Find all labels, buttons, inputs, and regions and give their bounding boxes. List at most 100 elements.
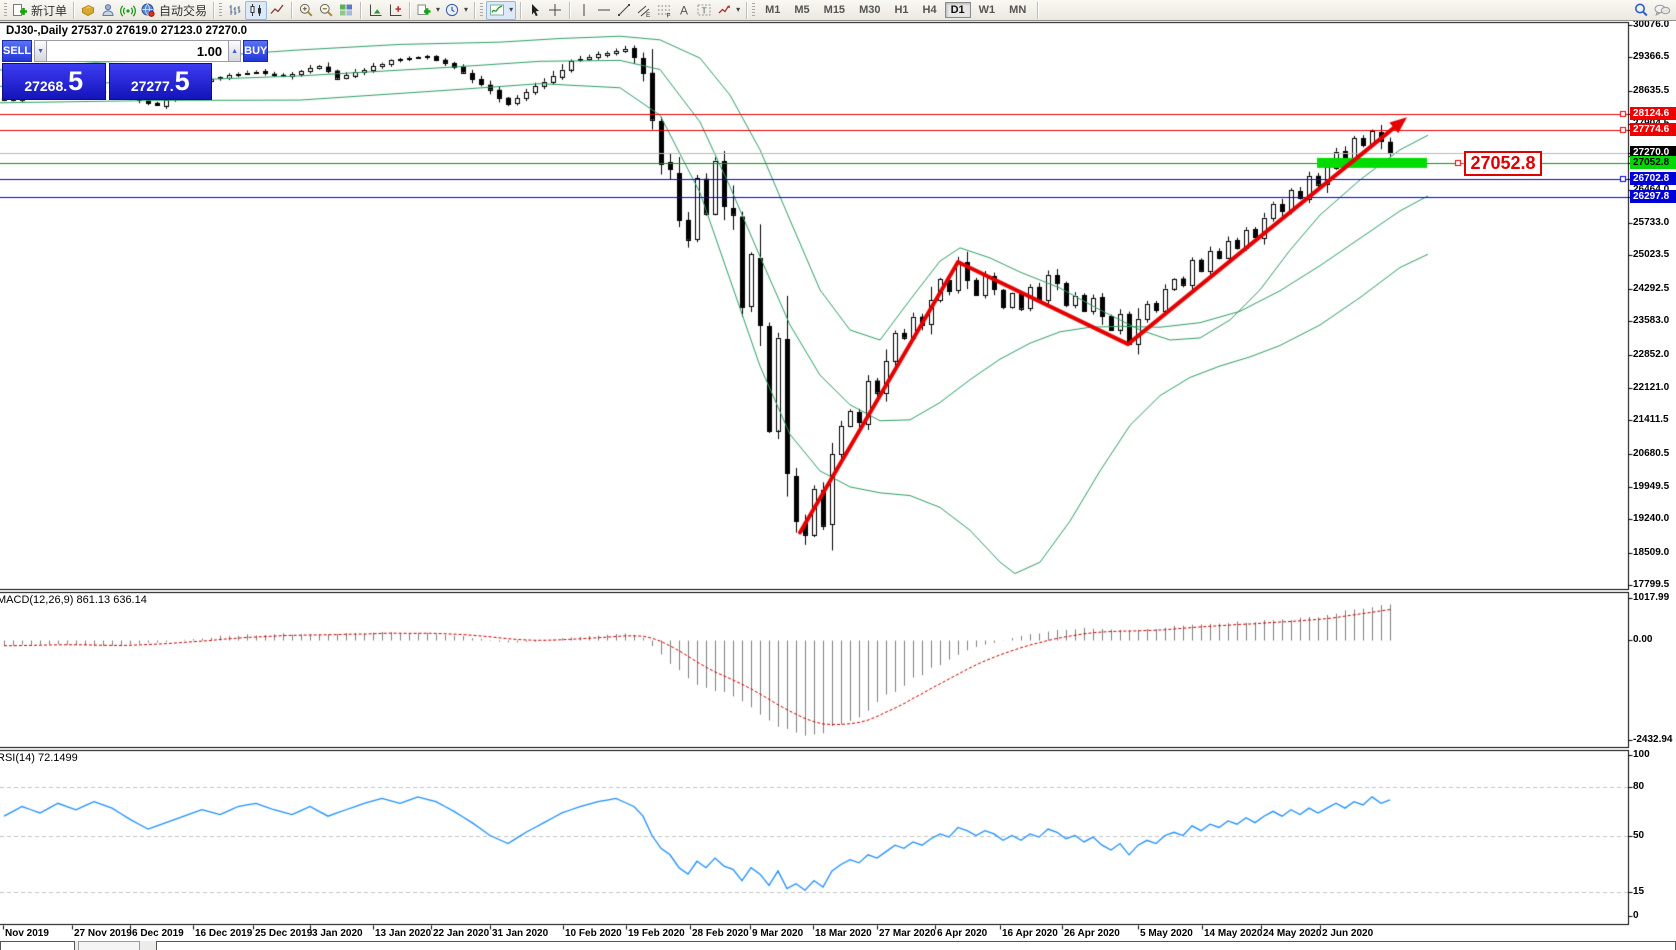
svg-text:A: A [680, 4, 688, 18]
volume-decrease-button[interactable]: ▼ [34, 40, 47, 62]
macd-tick: -2432.94 [1633, 734, 1672, 745]
signals-button[interactable] [118, 1, 138, 20]
separator [520, 2, 521, 19]
toolbar-grip[interactable] [219, 3, 222, 17]
deposit-button[interactable] [78, 1, 98, 20]
chart-canvas[interactable] [0, 0, 1676, 950]
clock-icon [444, 2, 460, 18]
rsi-name: RSI(14) [0, 752, 35, 764]
chat-button[interactable] [1651, 1, 1673, 20]
dropdown-caret[interactable]: ▾ [509, 6, 513, 14]
macd-indicator-label: MACD(12,26,9) 861.13 636.14 [0, 594, 147, 606]
buy-price: 27277. [131, 78, 174, 94]
search-button[interactable] [1631, 1, 1651, 20]
horizontal-line-button[interactable] [594, 1, 614, 20]
price-tick: 23583.0 [1633, 315, 1669, 326]
chart-profile-add-button[interactable] [385, 1, 405, 20]
text-label-button[interactable]: T [694, 1, 714, 20]
sell-button[interactable]: SELL [2, 40, 32, 62]
horizontal-line-icon [596, 2, 612, 18]
date-tick-label: 31 Jan 2020 [492, 928, 548, 939]
volume-increase-button[interactable]: ▲ [228, 40, 241, 62]
dropdown-caret[interactable]: ▾ [464, 6, 468, 14]
price-tick: 29366.5 [1633, 51, 1669, 62]
rsi-tick: 50 [1633, 830, 1644, 841]
indicators-button[interactable]: ▾ [486, 1, 516, 20]
indicators-icon [489, 2, 505, 18]
tile-windows-button[interactable] [336, 1, 356, 20]
auto-trading-label: 自动交易 [159, 2, 207, 19]
zoom-in-button[interactable] [296, 1, 316, 20]
vertical-line-button[interactable] [574, 1, 594, 20]
line-chart-mode-button[interactable] [267, 1, 287, 20]
arrow-objects-icon [716, 2, 732, 18]
timeframe-D1[interactable]: D1 [945, 2, 971, 18]
buy-price-panel[interactable]: 27277. 5 [109, 63, 213, 100]
chart-profile-button[interactable] [365, 1, 385, 20]
text-icon: A [676, 2, 692, 18]
price-axis: 30076.029366.528635.527904.527195.026464… [1630, 0, 1676, 950]
timeframe-H1[interactable]: H1 [888, 2, 914, 18]
candlestick-icon [248, 2, 264, 18]
buy-price-pip: 5 [175, 68, 190, 95]
toolbar-grip[interactable] [4, 3, 7, 17]
rsi-tick: 80 [1633, 781, 1644, 792]
timeframe-M30[interactable]: M30 [853, 2, 886, 18]
window-tab[interactable] [0, 941, 75, 950]
bar-chart-icon [227, 2, 243, 18]
timeframe-MN[interactable]: MN [1003, 2, 1032, 18]
separator [291, 2, 292, 19]
timeframe-M1[interactable]: M1 [759, 2, 786, 18]
rsi-tick: 100 [1633, 749, 1650, 760]
zoom-out-button[interactable] [316, 1, 336, 20]
toolbar-grip[interactable] [752, 3, 755, 17]
add-chart-button[interactable]: ▾ [414, 1, 442, 20]
trendline-button[interactable] [614, 1, 634, 20]
separator [746, 2, 747, 19]
svg-text:F: F [667, 13, 671, 19]
main-toolbar: 新订单 自动交易 [0, 0, 1676, 21]
volume-input[interactable] [47, 40, 228, 62]
timeframe-M5[interactable]: M5 [788, 2, 815, 18]
timeframe-H4[interactable]: H4 [917, 2, 943, 18]
window-tab[interactable] [78, 941, 140, 950]
chart-profile-icon [367, 2, 383, 18]
text-label-icon: T [696, 2, 712, 18]
mt4-window: 新订单 自动交易 [0, 0, 1676, 950]
new-order-icon [12, 2, 28, 18]
bar-chart-mode-button[interactable] [225, 1, 245, 20]
buy-button[interactable]: BUY [243, 40, 268, 62]
price-tick: 19949.5 [1633, 481, 1669, 492]
dropdown-caret[interactable]: ▾ [736, 6, 740, 14]
date-tick-label: 27 Mar 2020 [879, 928, 936, 939]
crosshair-button[interactable] [545, 1, 565, 20]
date-tick-label: 26 Apr 2020 [1064, 928, 1120, 939]
separator [1037, 2, 1038, 19]
price-tick: 17799.5 [1633, 579, 1669, 590]
signals-icon [120, 2, 136, 18]
dropdown-caret[interactable]: ▾ [436, 6, 440, 14]
sell-price-pip: 5 [68, 68, 83, 95]
price-annotation-label[interactable]: 27052.8 [1464, 151, 1542, 176]
fibonacci-button[interactable]: F [654, 1, 674, 20]
trendline-icon [616, 2, 632, 18]
text-button[interactable]: A [674, 1, 694, 20]
date-tick-label: Nov 2019 [5, 928, 49, 939]
arrow-objects-button[interactable]: ▾ [714, 1, 742, 20]
rsi-tick: 15 [1633, 886, 1644, 897]
cursor-button[interactable] [525, 1, 545, 20]
sell-price-panel[interactable]: 27268. 5 [2, 63, 106, 100]
candlestick-mode-button[interactable] [245, 1, 267, 20]
period-clock-button[interactable]: ▾ [442, 1, 470, 20]
toolbar-grip[interactable] [480, 3, 483, 17]
new-order-button[interactable]: 新订单 [10, 1, 69, 20]
equidistant-channel-button[interactable]: E [634, 1, 654, 20]
line-chart-icon [269, 2, 285, 18]
timeframe-W1[interactable]: W1 [973, 2, 1002, 18]
timeframe-M15[interactable]: M15 [818, 2, 851, 18]
community-button[interactable] [98, 1, 118, 20]
window-tab[interactable] [156, 941, 1676, 950]
macd-tick: 1017.99 [1633, 592, 1669, 603]
auto-trading-button[interactable]: 自动交易 [138, 1, 209, 20]
date-tick-label: 9 Mar 2020 [752, 928, 803, 939]
